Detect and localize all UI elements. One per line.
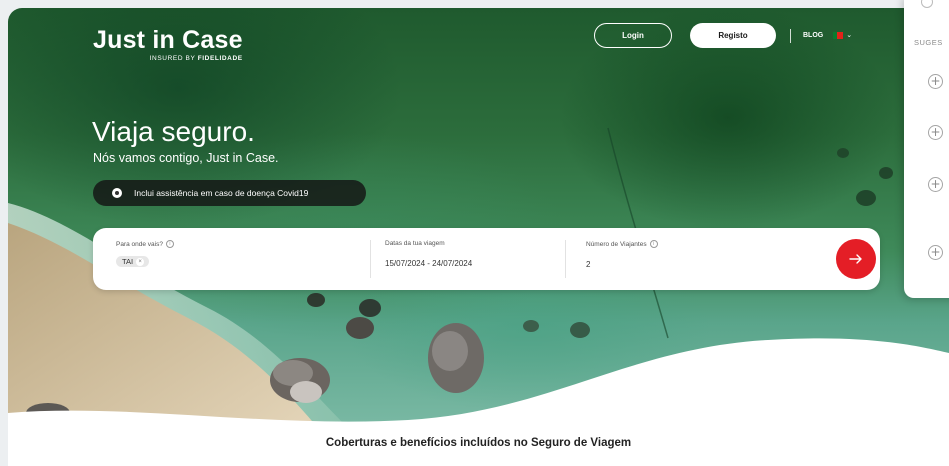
add-suggestion-icon[interactable]: +	[928, 125, 943, 140]
travelers-label: Número de Viajantes i	[586, 240, 658, 248]
tagline-prefix: INSURED BY	[149, 55, 196, 62]
suggestions-dropdown: SUGES + + + +	[904, 0, 949, 298]
brand-tagline: INSURED BY FIDELIDADE	[93, 55, 243, 62]
travelers-value: 2	[586, 260, 591, 269]
login-button[interactable]: Login	[594, 23, 672, 48]
arrow-right-icon	[849, 254, 862, 264]
register-button[interactable]: Registo	[690, 23, 776, 48]
add-suggestion-icon[interactable]: +	[928, 74, 943, 89]
search-submit-button[interactable]	[836, 239, 876, 279]
covid-notice-badge: Inclui assistência em caso de doença Cov…	[93, 180, 366, 206]
app-frame: Just in Case INSURED BY FIDELIDADE Login…	[8, 8, 949, 466]
info-icon[interactable]: i	[649, 240, 658, 248]
close-icon[interactable]: ×	[136, 257, 145, 266]
field-divider	[370, 240, 371, 278]
blog-link[interactable]: BLOG	[803, 32, 823, 39]
destination-chip-label: TAI	[122, 257, 134, 266]
dates-label: Datas da tua viagem	[385, 240, 472, 247]
travelers-field[interactable]: Número de Viajantes i 2	[586, 240, 658, 269]
dates-field[interactable]: Datas da tua viagem 15/07/2024 - 24/07/2…	[385, 240, 472, 268]
nav-divider	[790, 28, 791, 43]
suggestions-section-label: SUGES	[914, 38, 943, 47]
language-selector[interactable]: ⌄	[833, 32, 852, 39]
destination-label: Para onde vais? i	[116, 240, 174, 248]
covid-notice-text: Inclui assistência em caso de doença Cov…	[134, 188, 309, 198]
chevron-down-icon: ⌄	[846, 31, 853, 39]
tagline-brand: FIDELIDADE	[197, 55, 243, 62]
top-nav: Login Registo BLOG ⌄	[594, 23, 852, 48]
radio-icon[interactable]	[921, 0, 933, 8]
dates-label-text: Datas da tua viagem	[385, 240, 445, 247]
add-suggestion-icon[interactable]: +	[928, 177, 943, 192]
portugal-flag-icon	[833, 32, 844, 39]
dates-value: 15/07/2024 - 24/07/2024	[385, 259, 473, 268]
info-icon[interactable]: i	[165, 240, 174, 248]
virus-icon	[112, 188, 122, 198]
destination-chip: TAI ×	[116, 256, 150, 267]
brand-name: Just in Case	[93, 26, 243, 54]
add-suggestion-icon[interactable]: +	[928, 245, 943, 260]
hero-subtitle: Nós vamos contigo, Just in Case.	[93, 151, 279, 165]
hero-title: Viaja seguro.	[92, 116, 255, 147]
destination-field[interactable]: Para onde vais? i TAI ×	[116, 240, 174, 268]
coverage-section-heading: Coberturas e benefícios incluídos no Seg…	[325, 437, 632, 449]
travelers-label-text: Número de Viajantes	[586, 240, 647, 248]
destination-label-text: Para onde vais?	[116, 240, 163, 248]
brand-logo[interactable]: Just in Case INSURED BY FIDELIDADE	[93, 26, 243, 62]
trip-search-bar: Para onde vais? i TAI × Datas da tua via…	[93, 228, 880, 290]
field-divider	[565, 240, 566, 278]
